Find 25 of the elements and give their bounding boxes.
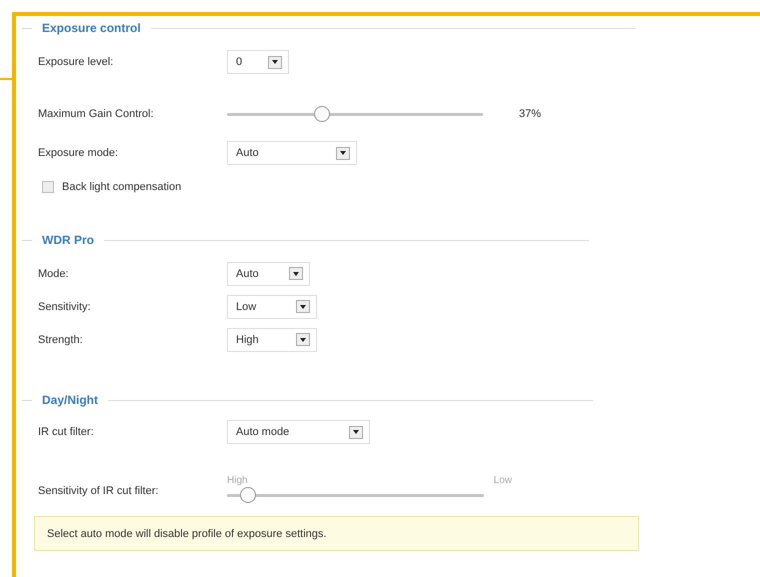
slider-thumb[interactable]: [240, 487, 256, 503]
field-label: Maximum Gain Control:: [37, 108, 155, 120]
field-label: Sensitivity:: [37, 300, 92, 312]
field-label: IR cut filter:: [37, 426, 95, 438]
slider-value: 37%: [519, 108, 542, 120]
field-label: Mode:: [37, 268, 70, 280]
section-legend: Exposure control: [42, 21, 141, 35]
checkbox-label: Back light compensation: [62, 181, 182, 193]
field-label: Exposure level:: [37, 56, 114, 68]
dropdown[interactable]: Auto: [227, 262, 310, 286]
slider-thumb[interactable]: [314, 106, 330, 122]
section-legend: Day/Night: [42, 393, 98, 407]
dropdown[interactable]: Auto: [227, 141, 357, 165]
field-label: Exposure mode:: [37, 147, 120, 159]
field-label: Strength:: [37, 334, 84, 346]
dropdown[interactable]: Auto mode: [227, 420, 370, 444]
dropdown[interactable]: High: [227, 328, 317, 352]
section-legend: WDR Pro: [42, 233, 94, 247]
checkbox[interactable]: [42, 181, 54, 193]
dropdown[interactable]: Low: [227, 294, 317, 318]
slider-max-label: Low: [494, 475, 512, 486]
field-label: Sensitivity of IR cut filter:: [37, 485, 160, 497]
dropdown[interactable]: 0: [227, 50, 289, 74]
info-note: Select auto mode will disable profile of exposure settings.: [34, 516, 639, 551]
slider-min-label: High: [227, 475, 248, 486]
